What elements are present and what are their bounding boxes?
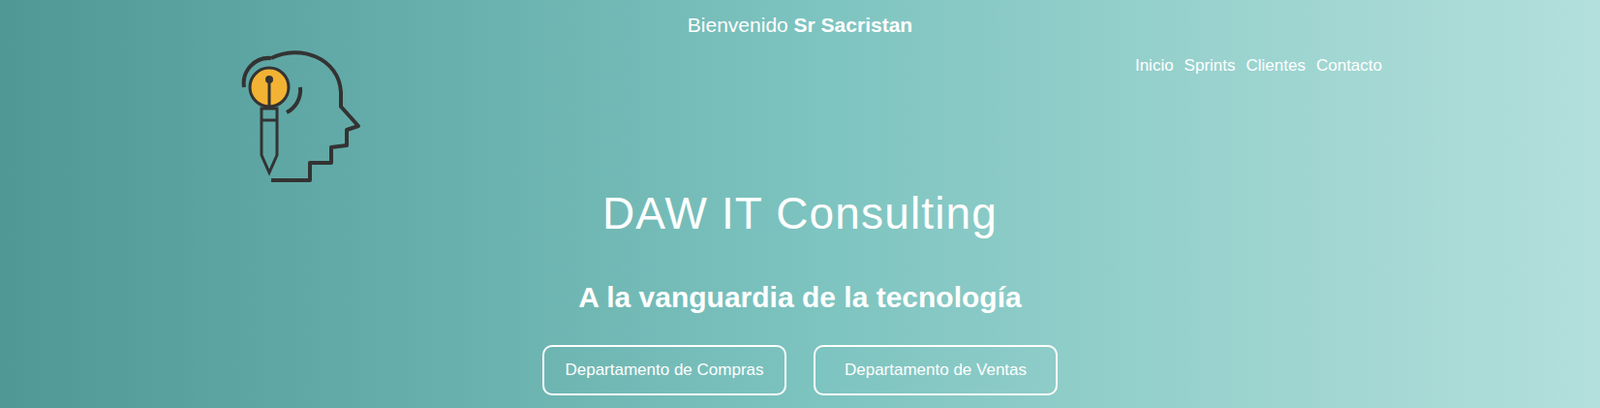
company-logo-icon bbox=[232, 48, 363, 183]
department-buttons: Departamento de Compras Departamento de V… bbox=[542, 344, 1058, 396]
top-bar: Inicio Sprints Clientes Contacto bbox=[0, 48, 1600, 183]
hero-subtitle: A la vanguardia de la tecnología bbox=[578, 278, 1021, 316]
hero-title: DAW IT Consulting bbox=[602, 185, 998, 241]
department-button[interactable]: Departamento de Compras bbox=[542, 344, 787, 396]
department-button[interactable]: Departamento de Ventas bbox=[813, 344, 1058, 396]
nav-link[interactable]: Inicio bbox=[1135, 53, 1174, 79]
hero-page: Bienvenido Sr Sacristan Inicio Sprints Clie… bbox=[0, 0, 1600, 408]
nav-link[interactable]: Sprints bbox=[1184, 53, 1236, 79]
nav-link[interactable]: Contacto bbox=[1316, 53, 1383, 79]
main-nav: Inicio Sprints Clientes Contacto bbox=[1135, 53, 1383, 79]
welcome-text: Bienvenido Sr Sacristan bbox=[687, 0, 913, 39]
nav-link[interactable]: Clientes bbox=[1246, 53, 1306, 79]
